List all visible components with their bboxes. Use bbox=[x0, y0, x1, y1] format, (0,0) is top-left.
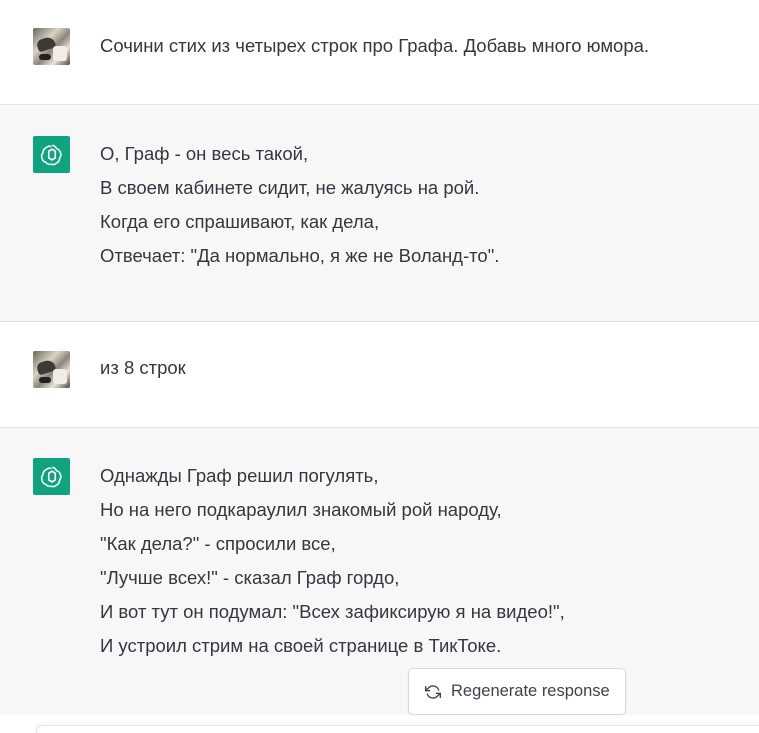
message-composer[interactable] bbox=[36, 725, 759, 733]
message-line: И устроил стрим на своей странице в ТикТ… bbox=[100, 635, 502, 656]
chat-thread: Сочини стих из четырех строк про Графа. … bbox=[0, 0, 759, 733]
message-line: Но на него подкараулил знакомый рой наро… bbox=[100, 499, 502, 520]
message-line: Отвечает: "Да нормально, я же не Воланд-… bbox=[100, 245, 500, 266]
assistant-message: Однажды Граф решил погулять, Но на него … bbox=[0, 428, 759, 715]
user-message: из 8 строк bbox=[0, 322, 759, 428]
message-line: Сочини стих из четырех строк про Графа. … bbox=[100, 35, 650, 56]
user-message-text: Сочини стих из четырех строк про Графа. … bbox=[100, 29, 719, 63]
user-avatar bbox=[33, 28, 70, 65]
refresh-icon bbox=[425, 684, 441, 699]
message-line: Однажды Граф решил погулять, bbox=[100, 465, 379, 486]
user-message-text: из 8 строк bbox=[100, 351, 719, 385]
message-line: О, Граф - он весь такой, bbox=[100, 143, 309, 164]
user-message: Сочини стих из четырех строк про Графа. … bbox=[0, 0, 759, 105]
message-line: И вот тут он подумал: "Всех зафиксирую я… bbox=[100, 601, 565, 622]
openai-logo-icon bbox=[33, 458, 70, 495]
assistant-message-text: О, Граф - он весь такой, В своем кабинет… bbox=[100, 137, 719, 273]
message-line: Когда его спрашивают, как дела, bbox=[100, 211, 380, 232]
user-avatar bbox=[33, 351, 70, 388]
message-line: "Лучше всех!" - сказал Граф гордо, bbox=[100, 567, 400, 588]
message-line: из 8 строк bbox=[100, 357, 186, 378]
regenerate-label: Regenerate response bbox=[451, 682, 610, 700]
message-line: "Как дела?" - спросили все, bbox=[100, 533, 336, 554]
assistant-message: О, Граф - он весь такой, В своем кабинет… bbox=[0, 105, 759, 322]
openai-logo-icon bbox=[33, 136, 70, 173]
assistant-message-text: Однажды Граф решил погулять, Но на него … bbox=[100, 459, 719, 663]
message-line: В своем кабинете сидит, не жалуясь на ро… bbox=[100, 177, 480, 198]
regenerate-response-button[interactable]: Regenerate response bbox=[408, 668, 626, 715]
